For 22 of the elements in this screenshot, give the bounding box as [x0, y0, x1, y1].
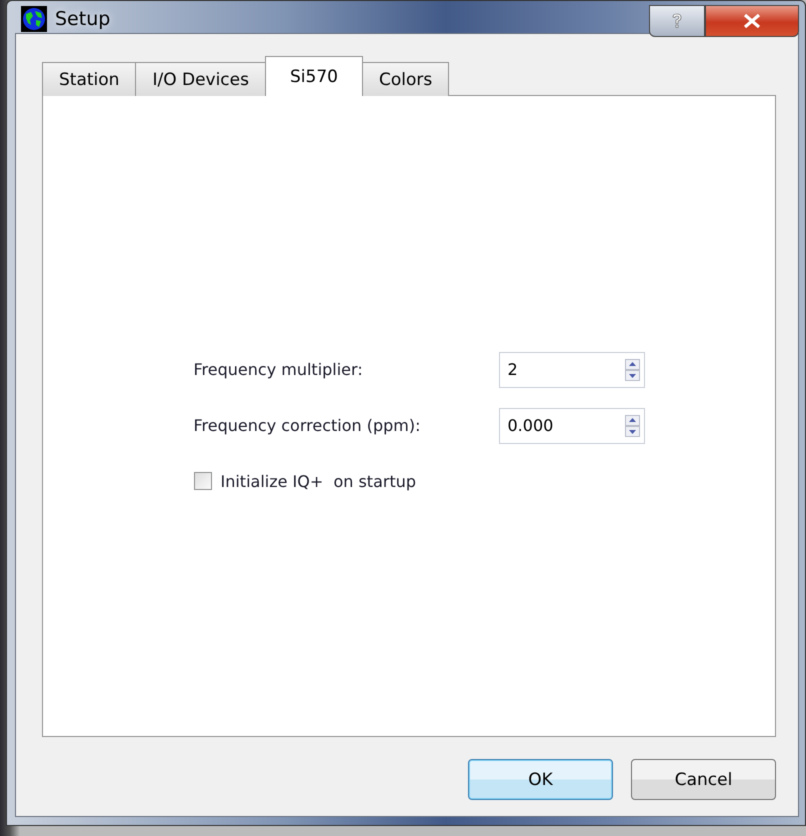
close-button[interactable]: [705, 5, 799, 37]
spin-up-icon[interactable]: [624, 358, 640, 370]
cancel-button[interactable]: Cancel: [631, 759, 776, 800]
close-icon: [743, 14, 761, 28]
field-label: Frequency multiplier:: [194, 360, 364, 379]
window-title: Setup: [55, 8, 110, 30]
ok-button[interactable]: OK: [468, 759, 613, 800]
tab[interactable]: I/O Devices: [135, 62, 266, 96]
spin-box[interactable]: 2: [498, 352, 644, 388]
field-label: Frequency correction (ppm):: [194, 416, 422, 435]
help-button[interactable]: [649, 5, 705, 37]
tab[interactable]: Station: [42, 62, 136, 96]
tab[interactable]: Colors: [362, 62, 450, 96]
spin-down-icon[interactable]: [624, 370, 640, 380]
tab[interactable]: Si570: [264, 56, 363, 96]
spin-up-icon[interactable]: [624, 414, 640, 426]
spin-down-icon[interactable]: [624, 426, 640, 436]
help-icon: [671, 13, 683, 29]
globe-icon: [21, 6, 47, 32]
checkbox[interactable]: [194, 472, 212, 490]
spin-box[interactable]: 0.000: [498, 408, 644, 444]
checkbox-label: Initialize IQ+ on startup: [220, 472, 416, 490]
